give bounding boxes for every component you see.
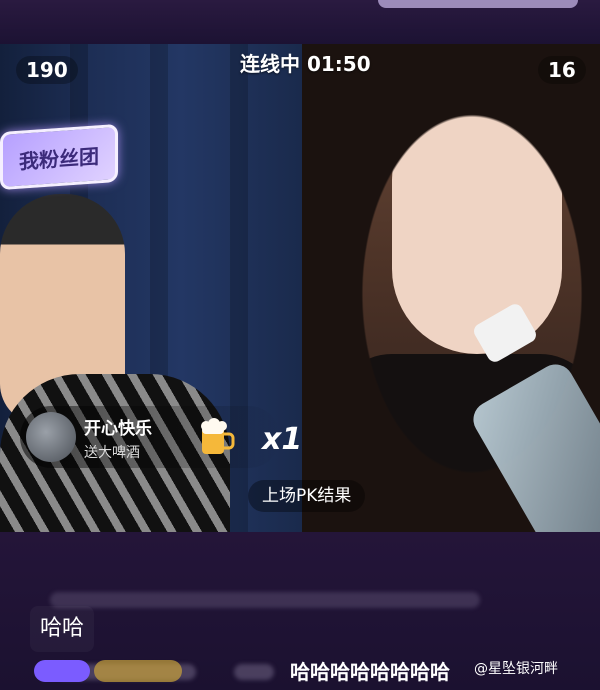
user-level-badge <box>34 660 90 682</box>
pk-result-button[interactable]: 上场PK结果 <box>248 480 366 512</box>
blurred-username <box>234 664 274 680</box>
connection-timer: 连线中 01:50 <box>240 52 371 76</box>
fan-level-badge <box>94 660 182 682</box>
left-viewer-count: 190 <box>16 56 78 84</box>
watermark: @星坠银河畔 <box>474 661 558 677</box>
gift-sender-name: 开心快乐 <box>84 419 152 439</box>
right-video-stream[interactable] <box>302 44 600 532</box>
fan-club-badge[interactable]: 我粉丝团 <box>0 123 118 191</box>
gift-multiplier: x1 <box>262 422 303 457</box>
top-banner-pill[interactable] <box>378 0 578 8</box>
fan-club-label: 我粉丝团 <box>19 143 99 174</box>
right-viewer-count: 16 <box>538 56 586 84</box>
gift-message: 送大啤酒 <box>84 445 140 461</box>
blurred-chat-line <box>50 592 480 608</box>
chat-message-bottom: 哈哈哈哈哈哈哈哈 <box>290 660 450 684</box>
beer-mug-icon <box>201 418 235 454</box>
gift-notification: 开心快乐 送大啤酒 <box>20 406 280 468</box>
top-bar <box>0 0 600 44</box>
chat-message: 哈哈 <box>30 606 95 652</box>
avatar[interactable] <box>26 412 76 462</box>
